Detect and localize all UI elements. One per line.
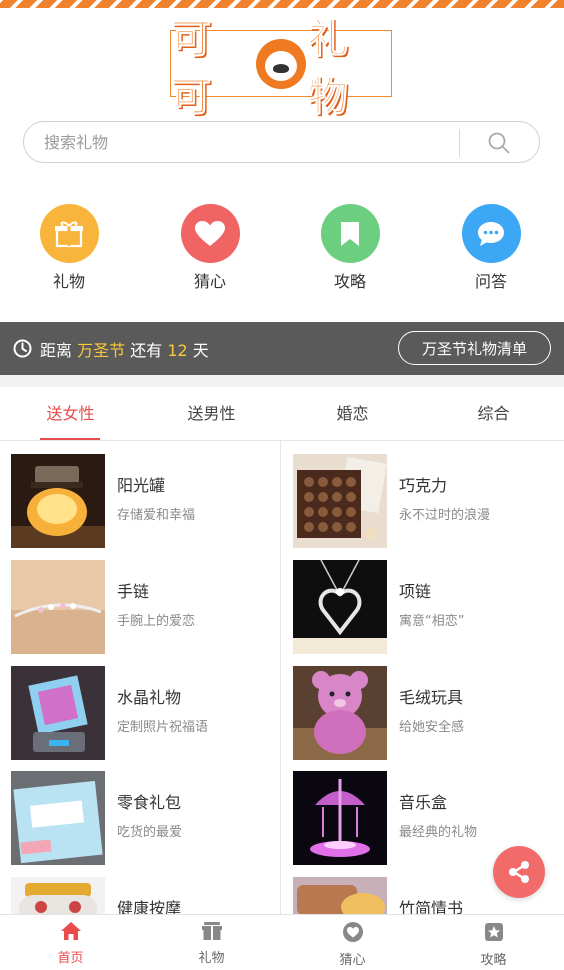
product-card[interactable]: 项链 寓意“相恋” <box>293 560 563 660</box>
product-title: 水晶礼物 <box>117 688 182 707</box>
product-desc: 永不过时的浪漫 <box>399 508 491 523</box>
product-title: 项链 <box>399 582 432 601</box>
holiday-gift-list-button[interactable]: 万圣节礼物清单 <box>398 331 551 365</box>
gift-icon <box>39 204 99 263</box>
product-card[interactable]: 毛绒玩具 给她安全感 <box>293 666 563 766</box>
countdown-days: 12 <box>167 341 188 360</box>
search-divider <box>459 129 460 157</box>
product-desc: 给她安全感 <box>399 720 465 735</box>
category-label: 礼物 <box>52 272 85 291</box>
countdown-holiday: 万圣节 <box>77 341 126 360</box>
product-grid: 阳光罐 存储爱和幸福 巧克力 永不过时的浪漫 手链 手腕上的爱恋 项链 寓意“相… <box>0 441 564 914</box>
nav-gift[interactable]: 礼物 <box>141 921 282 966</box>
app-logo: 可可 礼物 <box>170 15 392 120</box>
countdown-suffix: 天 <box>192 341 209 360</box>
heart-icon <box>180 204 240 263</box>
tab-romance[interactable]: 婚恋 <box>282 387 423 441</box>
category-row: 礼物 猜心 攻略 问答 <box>0 204 564 299</box>
home-icon <box>60 922 81 940</box>
product-image <box>293 877 387 914</box>
category-label: 攻略 <box>333 272 366 291</box>
heart-icon <box>342 922 363 942</box>
product-card[interactable]: 水晶礼物 定制照片祝福语 <box>11 666 281 766</box>
product-image <box>293 560 387 654</box>
tab-general[interactable]: 综合 <box>423 387 564 441</box>
category-qa[interactable]: 问答 <box>451 204 531 292</box>
category-gift[interactable]: 礼物 <box>29 204 109 292</box>
countdown-text: 距离 万圣节 还有 12 天 <box>40 337 209 361</box>
nav-home[interactable]: 首页 <box>0 921 141 966</box>
category-label: 猜心 <box>193 272 226 291</box>
nav-label: 攻略 <box>480 953 507 968</box>
product-desc: 手腕上的爱恋 <box>117 614 196 629</box>
logo-text-right: 礼物 <box>307 15 350 120</box>
product-title: 巧克力 <box>399 476 448 495</box>
product-card[interactable]: 阳光罐 存储爱和幸福 <box>11 454 281 554</box>
search-bar <box>23 121 540 163</box>
nav-label: 首页 <box>57 951 84 966</box>
active-tab-indicator <box>40 438 100 440</box>
product-desc: 吃货的最爱 <box>117 825 183 840</box>
product-card[interactable]: 手链 手腕上的爱恋 <box>11 560 281 660</box>
category-guess-heart[interactable]: 猜心 <box>170 204 250 292</box>
search-icon <box>488 132 510 154</box>
product-title: 阳光罐 <box>117 476 166 495</box>
product-title: 健康按摩 <box>117 899 182 914</box>
product-title: 毛绒玩具 <box>399 688 464 707</box>
chat-bubble-icon <box>461 204 521 263</box>
product-image <box>293 454 387 548</box>
countdown-prefix: 距离 <box>40 341 73 360</box>
product-image <box>11 454 105 548</box>
share-button[interactable] <box>493 846 545 898</box>
clock-icon <box>13 339 32 358</box>
logo-text-left: 可可 <box>170 15 213 120</box>
product-title: 零食礼包 <box>117 793 182 812</box>
product-desc: 寓意“相恋” <box>399 614 465 629</box>
bookmark-icon <box>320 204 380 263</box>
product-image <box>11 877 105 914</box>
gift-icon <box>201 922 222 940</box>
product-image <box>11 560 105 654</box>
product-image <box>11 771 105 865</box>
product-card[interactable]: 零食礼包 吃货的最爱 <box>11 771 281 871</box>
tab-for-women[interactable]: 送女性 <box>0 387 141 441</box>
product-desc: 最经典的礼物 <box>399 825 478 840</box>
tab-for-men[interactable]: 送男性 <box>141 387 282 441</box>
product-desc: 定制照片祝福语 <box>117 720 209 735</box>
product-image <box>11 666 105 760</box>
bear-icon <box>256 38 306 89</box>
category-guide[interactable]: 攻略 <box>310 204 390 292</box>
nav-guide[interactable]: 攻略 <box>423 921 564 968</box>
search-input[interactable] <box>44 122 454 162</box>
product-title: 手链 <box>117 582 150 601</box>
product-card[interactable]: 巧克力 永不过时的浪漫 <box>293 454 563 554</box>
gift-tabs: 送女性 送男性 婚恋 综合 <box>0 387 564 441</box>
share-icon <box>509 861 529 883</box>
product-image <box>293 771 387 865</box>
product-card[interactable]: 健康按摩 <box>11 877 281 914</box>
nav-guess-heart[interactable]: 猜心 <box>282 921 423 968</box>
category-label: 问答 <box>474 272 507 291</box>
product-desc: 存储爱和幸福 <box>117 508 196 523</box>
search-button[interactable] <box>474 127 524 159</box>
product-title: 音乐盒 <box>399 793 448 812</box>
nav-label: 礼物 <box>198 951 225 966</box>
section-gap <box>0 375 564 387</box>
guide-icon <box>484 923 503 941</box>
product-image <box>293 666 387 760</box>
countdown-middle: 还有 <box>130 341 163 360</box>
bottom-nav: 首页 礼物 猜心 攻略 <box>0 914 564 970</box>
nav-label: 猜心 <box>339 953 366 968</box>
product-title: 竹简情书 <box>399 899 464 914</box>
